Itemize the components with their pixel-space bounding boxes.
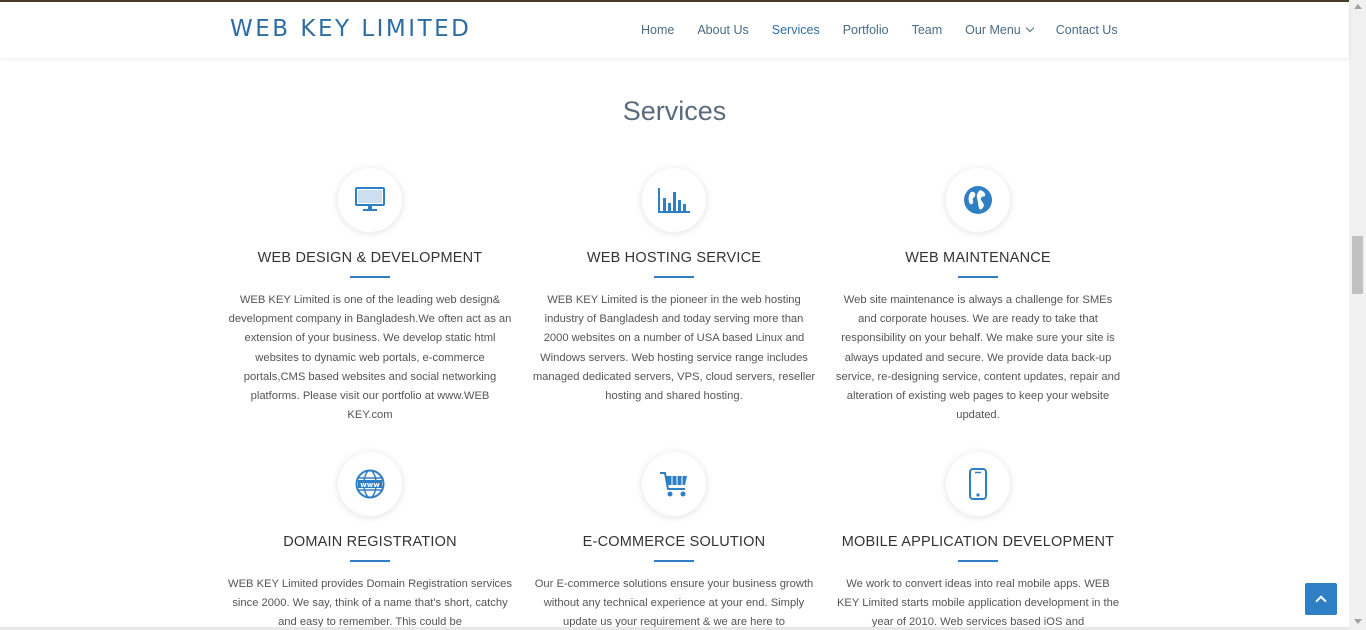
service-icon-circle — [946, 168, 1010, 232]
service-card-web-hosting: WEB HOSTING SERVICE WEB KEY Limited is t… — [522, 168, 826, 406]
navbar: WEB KEY LIMITED Home About Us Services P… — [0, 2, 1349, 58]
service-card-ecommerce: E-COMMERCE SOLUTION Our E-commerce solut… — [522, 452, 826, 630]
nav-team[interactable]: Team — [912, 23, 943, 37]
nav-services[interactable]: Services — [772, 23, 820, 37]
service-icon-circle: www — [338, 452, 402, 516]
svg-text:www: www — [360, 481, 380, 489]
service-description: WEB KEY Limited is one of the leading we… — [228, 294, 512, 422]
service-description: WEB KEY Limited provides Domain Registra… — [228, 578, 512, 629]
scroll-down-arrow-icon[interactable] — [1354, 619, 1362, 624]
section-title: Services — [622, 96, 727, 126]
service-description: We work to convert ideas into real mobil… — [836, 578, 1120, 629]
nav-contact-us[interactable]: Contact Us — [1056, 23, 1118, 37]
service-icon-circle — [946, 452, 1010, 516]
mobile-phone-icon — [969, 468, 987, 500]
service-card-mobile-app: MOBILE APPLICATION DEVELOPMENT We work t… — [826, 452, 1130, 630]
title-underline — [350, 276, 390, 278]
service-card-domain-registration: www DOMAIN REGISTRATION WEB KEY Limited … — [218, 452, 522, 630]
main-nav: Home About Us Services Portfolio Team Ou… — [641, 2, 1118, 58]
chevron-up-icon — [1315, 595, 1327, 607]
service-card-web-maintenance: WEB MAINTENANCE Web site maintenance is … — [826, 168, 1130, 425]
scrollbar-thumb[interactable] — [1352, 236, 1363, 294]
nav-about-us[interactable]: About Us — [697, 23, 748, 37]
scroll-up-arrow-icon[interactable] — [1354, 4, 1362, 9]
nav-our-menu-label: Our Menu — [965, 23, 1021, 37]
title-underline — [350, 560, 390, 562]
back-to-top-button[interactable] — [1305, 583, 1337, 615]
service-title: WEB DESIGN & DEVELOPMENT — [257, 250, 483, 266]
www-globe-icon: www — [355, 469, 385, 499]
bar-chart-icon — [658, 188, 690, 213]
service-title: DOMAIN REGISTRATION — [283, 534, 457, 550]
service-title: WEB MAINTENANCE — [905, 250, 1051, 266]
title-underline — [958, 560, 998, 562]
service-icon-circle — [642, 168, 706, 232]
service-icon-circle — [338, 168, 402, 232]
brand-logo-link[interactable]: WEB KEY LIMITED — [230, 16, 471, 42]
service-title: WEB HOSTING SERVICE — [586, 250, 762, 266]
title-underline — [654, 276, 694, 278]
monitor-icon — [355, 187, 385, 211]
nav-home[interactable]: Home — [641, 23, 674, 37]
title-underline — [654, 560, 694, 562]
nav-our-menu[interactable]: Our Menu — [965, 23, 1034, 37]
globe-icon — [964, 186, 992, 214]
title-underline — [958, 276, 998, 278]
service-card-web-design: WEB DESIGN & DEVELOPMENT WEB KEY Limited… — [218, 168, 522, 425]
service-icon-circle — [642, 452, 706, 516]
chevron-down-icon — [1025, 23, 1034, 33]
shopping-cart-icon — [660, 472, 687, 497]
service-description: WEB KEY Limited is the pioneer in the we… — [532, 294, 816, 403]
service-title: MOBILE APPLICATION DEVELOPMENT — [841, 534, 1115, 550]
nav-portfolio[interactable]: Portfolio — [843, 23, 889, 37]
vertical-scrollbar[interactable] — [1349, 0, 1366, 630]
service-title: E-COMMERCE SOLUTION — [582, 534, 766, 550]
service-description: Web site maintenance is always a challen… — [835, 294, 1121, 422]
service-description: Our E-commerce solutions ensure your bus… — [534, 578, 814, 629]
